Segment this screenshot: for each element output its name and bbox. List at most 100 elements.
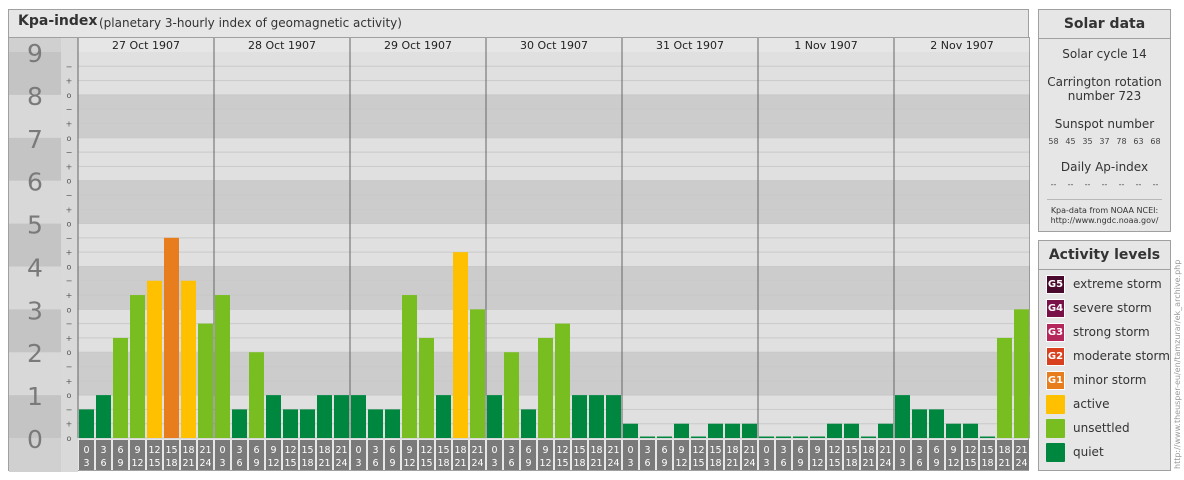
- interval-start-label: 9: [270, 445, 276, 456]
- interval-start-label: 3: [644, 445, 650, 456]
- solar-data-panel: Solar data Solar cycle 14 Carrington rot…: [1038, 9, 1171, 232]
- interval-end-label: 12: [267, 458, 279, 469]
- y-subtick-label: o: [67, 177, 72, 186]
- interval-end-label: 6: [780, 458, 786, 469]
- sunspot-value: 68: [1150, 137, 1161, 146]
- day-label: 29 Oct 1907: [384, 39, 452, 52]
- y-subtick-label: +: [66, 420, 73, 429]
- sunspot-title: Sunspot number: [1054, 117, 1155, 131]
- y-subtick-label: −: [66, 62, 73, 71]
- interval-end-label: 24: [471, 458, 483, 469]
- interval-end-label: 15: [692, 458, 704, 469]
- y-subtick-label: o: [67, 262, 72, 271]
- y-tick-label: 3: [27, 296, 43, 325]
- sunspot-value: 78: [1116, 137, 1127, 146]
- carrington-line2: number 723: [1067, 89, 1142, 103]
- watermark-text: http://www.theusper-eu/en/tamzurar/ek_ar…: [1173, 260, 1182, 469]
- sunspot-values: 58 45 35 37 78 63 68: [1039, 137, 1170, 146]
- interval-end-label: 6: [644, 458, 650, 469]
- interval-start-label: 6: [525, 445, 531, 456]
- interval-start-label: 15: [437, 445, 449, 456]
- level-label: severe storm: [1073, 301, 1152, 315]
- level-strong-storm: G3 strong storm: [1046, 322, 1170, 342]
- y-tick-label: 8: [27, 82, 43, 111]
- chart-subtitle: (planetary 3-hourly index of geomagnetic…: [99, 16, 402, 30]
- interval-end-label: 3: [355, 458, 361, 469]
- y-subtick-label: o: [67, 91, 72, 100]
- interval-start-label: 15: [981, 445, 993, 456]
- interval-start-label: 15: [709, 445, 721, 456]
- kp-bar: [402, 295, 417, 438]
- interval-start-label: 0: [83, 445, 89, 456]
- y-subtick-label: o: [67, 434, 72, 443]
- kp-bar: [181, 280, 196, 438]
- y-tick-label: 4: [27, 253, 43, 282]
- interval-end-label: 3: [83, 458, 89, 469]
- interval-start-label: 3: [100, 445, 106, 456]
- kp-bar: [810, 436, 825, 438]
- interval-end-label: 24: [199, 458, 211, 469]
- kp-bar: [572, 395, 587, 438]
- kp-bar: [351, 395, 366, 438]
- interval-start-label: 18: [318, 445, 330, 456]
- chart-title: Kpa-index: [18, 13, 98, 29]
- interval-start-label: 15: [845, 445, 857, 456]
- y-tick-label: 5: [27, 211, 43, 240]
- ap-value: --: [1118, 180, 1125, 189]
- interval-end-label: 21: [454, 458, 466, 469]
- activity-levels-title: Activity levels: [1039, 241, 1170, 270]
- interval-end-label: 12: [947, 458, 959, 469]
- y-subtick-label: +: [66, 119, 73, 128]
- ap-title: Daily Ap-index: [1060, 160, 1149, 174]
- kp-bar: [674, 423, 689, 438]
- y-subtick-label: +: [66, 334, 73, 343]
- ap-value: --: [1067, 180, 1074, 189]
- interval-start-label: 6: [389, 445, 395, 456]
- interval-end-label: 15: [964, 458, 976, 469]
- kp-bar: [96, 395, 111, 438]
- interval-start-label: 9: [542, 445, 548, 456]
- level-badge: G3: [1046, 322, 1065, 342]
- interval-end-label: 24: [879, 458, 891, 469]
- y-tick-label: 0: [27, 425, 43, 454]
- y-subtick-label: +: [66, 291, 73, 300]
- y-tick-label: 7: [27, 125, 43, 154]
- interval-start-label: 12: [692, 445, 704, 456]
- interval-end-label: 3: [219, 458, 225, 469]
- kp-chart: 0123456789o+−o+−o+−o+−o+−o+−o+−o+−o+−27 …: [9, 37, 1030, 472]
- kp-bar: [708, 423, 723, 438]
- kp-bar: [929, 409, 944, 438]
- interval-start-label: 12: [964, 445, 976, 456]
- ap-values: -- -- -- -- -- -- --: [1039, 180, 1170, 189]
- ap-value: --: [1135, 180, 1142, 189]
- interval-end-label: 18: [165, 458, 177, 469]
- kp-bar: [742, 423, 757, 438]
- kp-bar: [793, 436, 808, 438]
- interval-end-label: 21: [862, 458, 874, 469]
- interval-end-label: 15: [284, 458, 296, 469]
- interval-start-label: 12: [148, 445, 160, 456]
- level-label: quiet: [1073, 445, 1104, 459]
- interval-end-label: 24: [607, 458, 619, 469]
- interval-end-label: 18: [301, 458, 313, 469]
- y-subtick-label: −: [66, 363, 73, 372]
- interval-end-label: 9: [117, 458, 123, 469]
- interval-end-label: 24: [743, 458, 755, 469]
- kp-bar: [623, 423, 638, 438]
- y-subtick-label: o: [67, 134, 72, 143]
- kp-bar: [776, 436, 791, 438]
- interval-end-label: 12: [811, 458, 823, 469]
- interval-end-label: 12: [675, 458, 687, 469]
- source-line1: Kpa-data from NOAA NCEI:: [1050, 206, 1159, 215]
- interval-start-label: 9: [814, 445, 820, 456]
- interval-start-label: 9: [678, 445, 684, 456]
- ap-value: --: [1152, 180, 1159, 189]
- y-subtick-label: −: [66, 320, 73, 329]
- kp-bar: [895, 395, 910, 438]
- interval-start-label: 21: [199, 445, 211, 456]
- interval-end-label: 21: [726, 458, 738, 469]
- level-active: active: [1046, 394, 1170, 414]
- kp-bar: [997, 337, 1012, 438]
- level-unsettled: unsettled: [1046, 418, 1170, 438]
- source-link[interactable]: http://www.ngdc.noaa.gov/: [1047, 216, 1162, 226]
